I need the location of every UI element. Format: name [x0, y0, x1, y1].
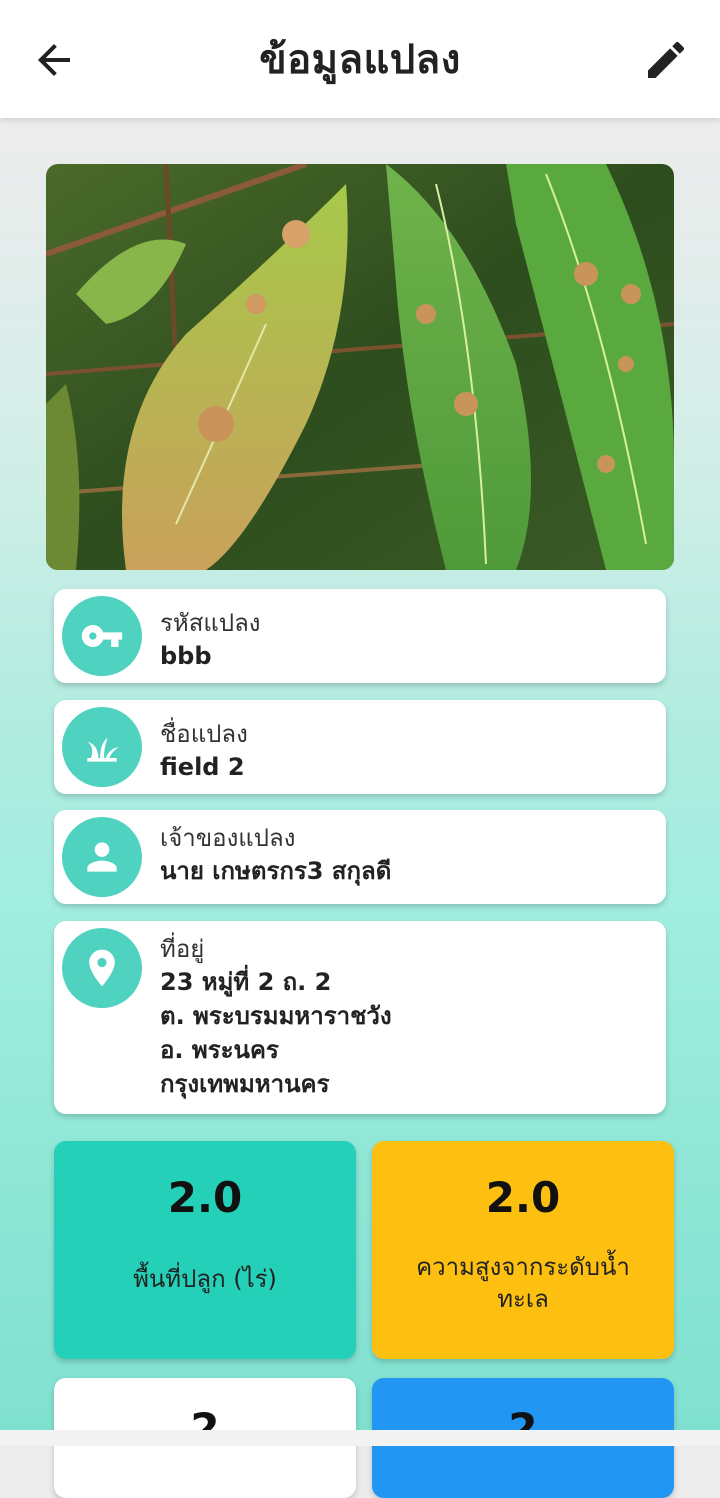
app-bar: ข้อมูลแปลง: [0, 0, 720, 118]
owner-label: เจ้าของแปลง: [160, 824, 296, 852]
address-line: อ. พระนคร: [160, 1036, 279, 1064]
sprout-icon: [62, 707, 142, 787]
altitude-caption: ความสูงจากระดับน้ำทะเล: [416, 1253, 630, 1313]
address-line: ต. พระบรมมหาราชวัง: [160, 1002, 392, 1030]
plot-name-label: ชื่อแปลง: [160, 720, 248, 748]
area-value: 2.0: [167, 1173, 243, 1222]
key-icon: [62, 596, 142, 676]
person-icon: [62, 817, 142, 897]
plot-code-label: รหัสแปลง: [160, 609, 261, 637]
location-pin-icon: [62, 928, 142, 1008]
plot-code-card: รหัสแปลง bbb: [54, 589, 666, 683]
system-nav-bar: [0, 1430, 720, 1446]
altitude-stat-tile: 2.0 ความสูงจากระดับน้ำทะเล: [372, 1141, 674, 1359]
edit-pencil-icon[interactable]: [642, 36, 690, 84]
altitude-value: 2.0: [485, 1173, 561, 1222]
plot-name-value: field 2: [160, 753, 245, 781]
address-line: 23 หมู่ที่ 2 ถ. 2: [160, 968, 332, 996]
page-title: ข้อมูลแปลง: [259, 37, 461, 83]
address-label: ที่อยู่: [160, 935, 205, 963]
back-arrow-icon[interactable]: [30, 36, 78, 84]
plot-name-card: ชื่อแปลง field 2: [54, 700, 666, 794]
plot-photo: [46, 164, 674, 570]
address-line: กรุงเทพมหานคร: [160, 1070, 330, 1098]
owner-value: นาย เกษตรกร3 สกุลดี: [160, 857, 392, 885]
area-stat-tile: 2.0 พื้นที่ปลูก (ไร่): [54, 1141, 356, 1359]
area-caption: พื้นที่ปลูก (ไร่): [133, 1265, 277, 1293]
plot-code-value: bbb: [160, 642, 212, 670]
address-card: ที่อยู่ 23 หมู่ที่ 2 ถ. 2 ต. พระบรมมหารา…: [54, 921, 666, 1114]
owner-card: เจ้าของแปลง นาย เกษตรกร3 สกุลดี: [54, 810, 666, 904]
